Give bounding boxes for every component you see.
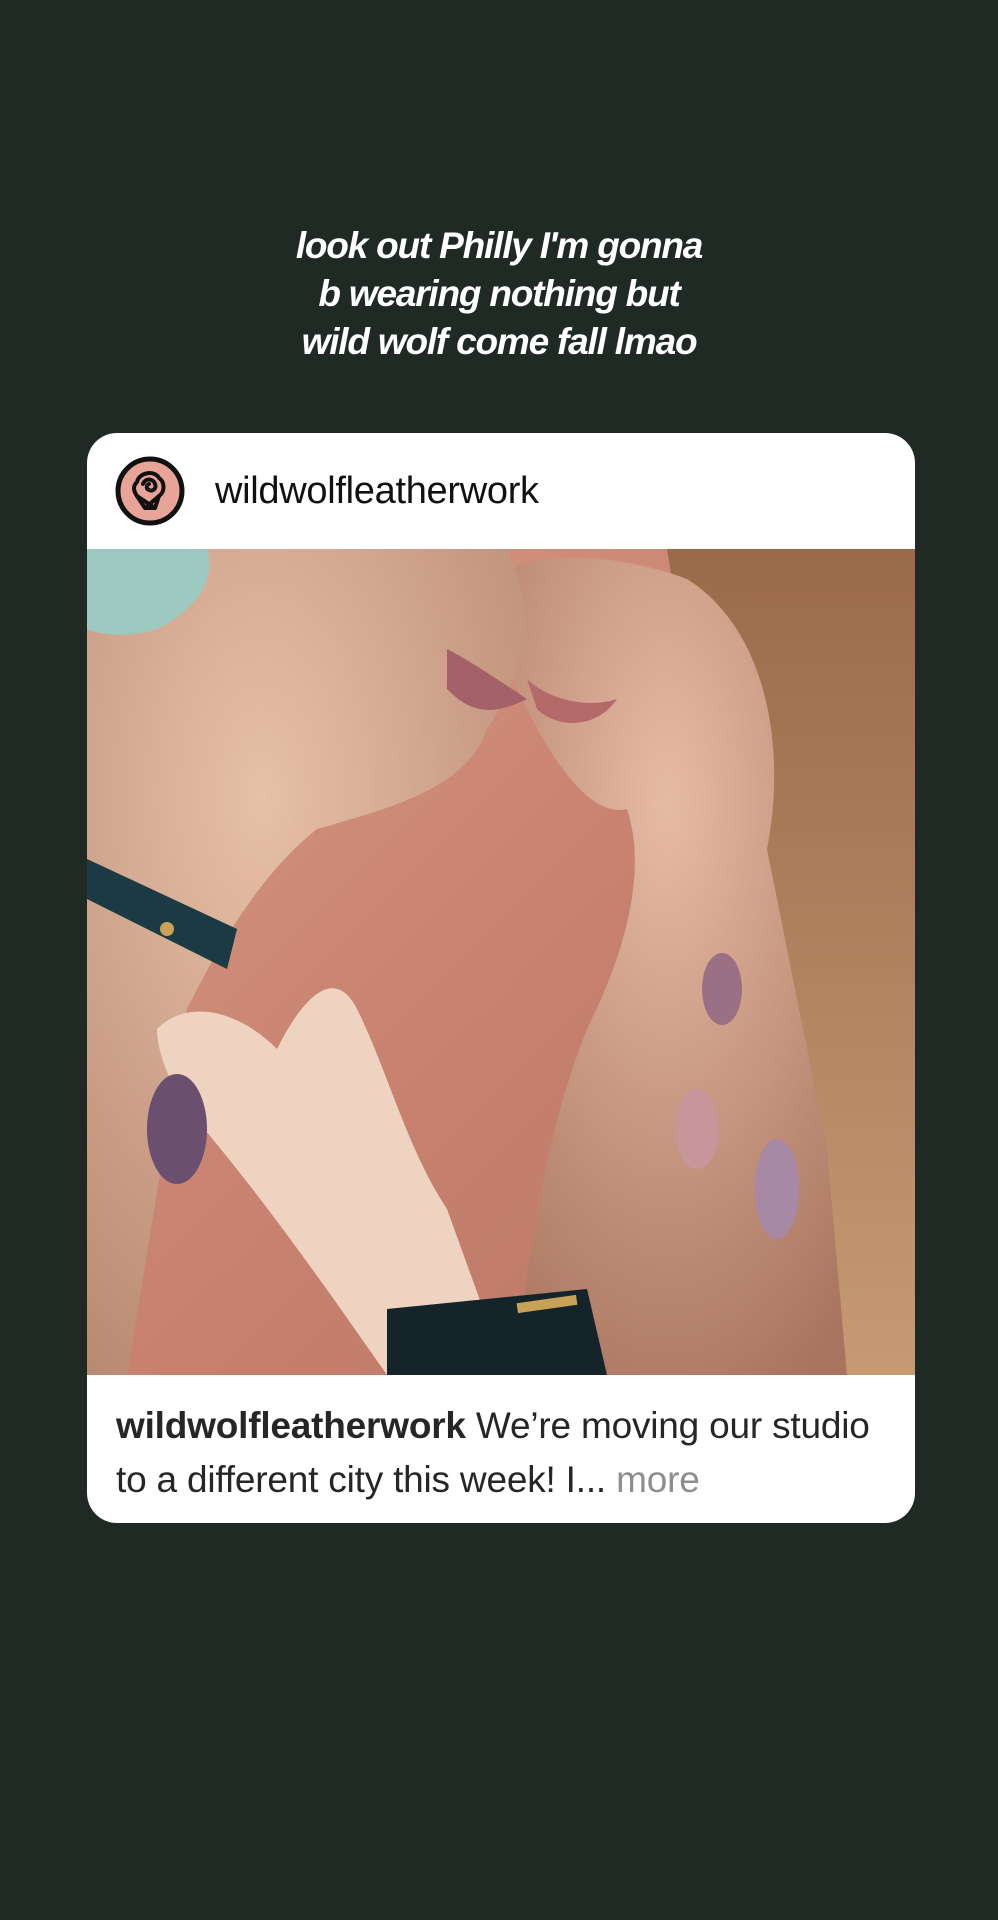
caption-username[interactable]: wildwolfleatherwork [116,1405,466,1446]
post-caption[interactable]: wildwolfleatherwork We’re moving our stu… [87,1375,915,1507]
story-text-overlay: look out Philly I'm gonna b wearing noth… [0,222,998,366]
story-text-line-2: b wearing nothing but [318,273,680,314]
story-text-line-3: wild wolf come fall lmao [301,321,698,362]
shared-post-card[interactable]: wildwolfleatherwork wildwolfleatherwork … [87,433,915,1523]
post-photo[interactable] [87,549,915,1375]
post-header[interactable]: wildwolfleatherwork [87,433,915,549]
caption-more-link[interactable]: more [616,1459,700,1500]
story-text-line-1: look out Philly I'm gonna [295,225,704,266]
caption-ellipsis: ... [575,1459,606,1500]
post-photo-graphic [87,549,915,1375]
post-username[interactable]: wildwolfleatherwork [215,470,539,513]
rose-logo-icon[interactable] [115,456,185,526]
story-screen: look out Philly I'm gonna b wearing noth… [0,0,998,1920]
